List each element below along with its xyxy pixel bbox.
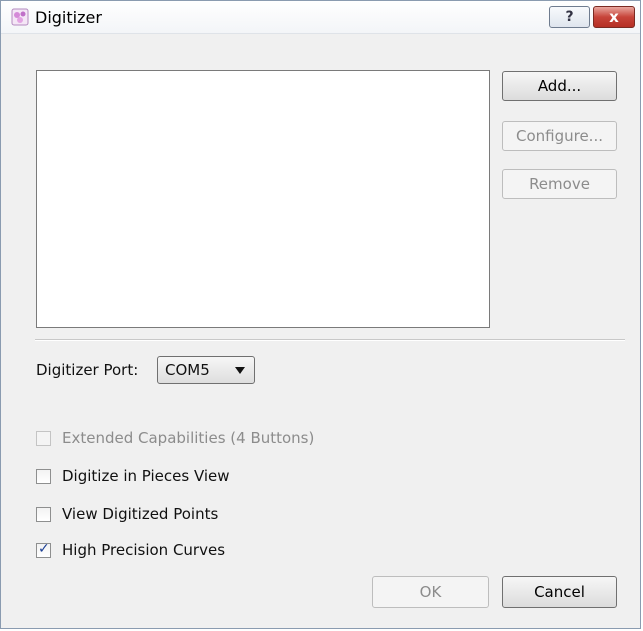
digitizer-port-label: Digitizer Port:: [36, 361, 139, 379]
title-bar: Digitizer ? x: [1, 1, 640, 34]
close-button[interactable]: x: [593, 6, 635, 28]
digitizer-list[interactable]: [36, 70, 490, 328]
digitizer-dialog: Digitizer ? x Add... Configure... Remove…: [0, 0, 641, 629]
checkbox-box[interactable]: [36, 469, 51, 484]
configure-button[interactable]: Configure...: [502, 121, 617, 151]
digitizer-app-icon: [11, 8, 29, 26]
remove-button[interactable]: Remove: [502, 169, 617, 199]
digitizer-port-select[interactable]: COM5: [157, 356, 255, 384]
checkbox-box[interactable]: [36, 431, 51, 446]
dropdown-arrow-icon: [235, 367, 245, 374]
digitizer-port-value: COM5: [165, 361, 210, 379]
checkbox-label: High Precision Curves: [62, 541, 226, 559]
checkbox-box[interactable]: ✓: [36, 541, 51, 558]
help-icon: ?: [565, 9, 574, 25]
ok-button[interactable]: OK: [372, 576, 489, 608]
checkbox-label: Extended Capabilities (4 Buttons): [62, 429, 315, 447]
checkbox-label: Digitize in Pieces View: [62, 467, 230, 485]
window-title: Digitizer: [35, 8, 102, 27]
separator: [35, 339, 625, 341]
checkmark-icon: ✓: [38, 541, 50, 557]
checkbox-box[interactable]: [36, 507, 51, 522]
help-button[interactable]: ?: [549, 6, 590, 28]
dialog-content: Add... Configure... Remove Digitizer Por…: [10, 34, 632, 624]
cancel-button[interactable]: Cancel: [502, 576, 617, 608]
checkbox-label: View Digitized Points: [62, 505, 219, 523]
close-icon: x: [609, 8, 619, 26]
add-button[interactable]: Add...: [502, 71, 617, 101]
